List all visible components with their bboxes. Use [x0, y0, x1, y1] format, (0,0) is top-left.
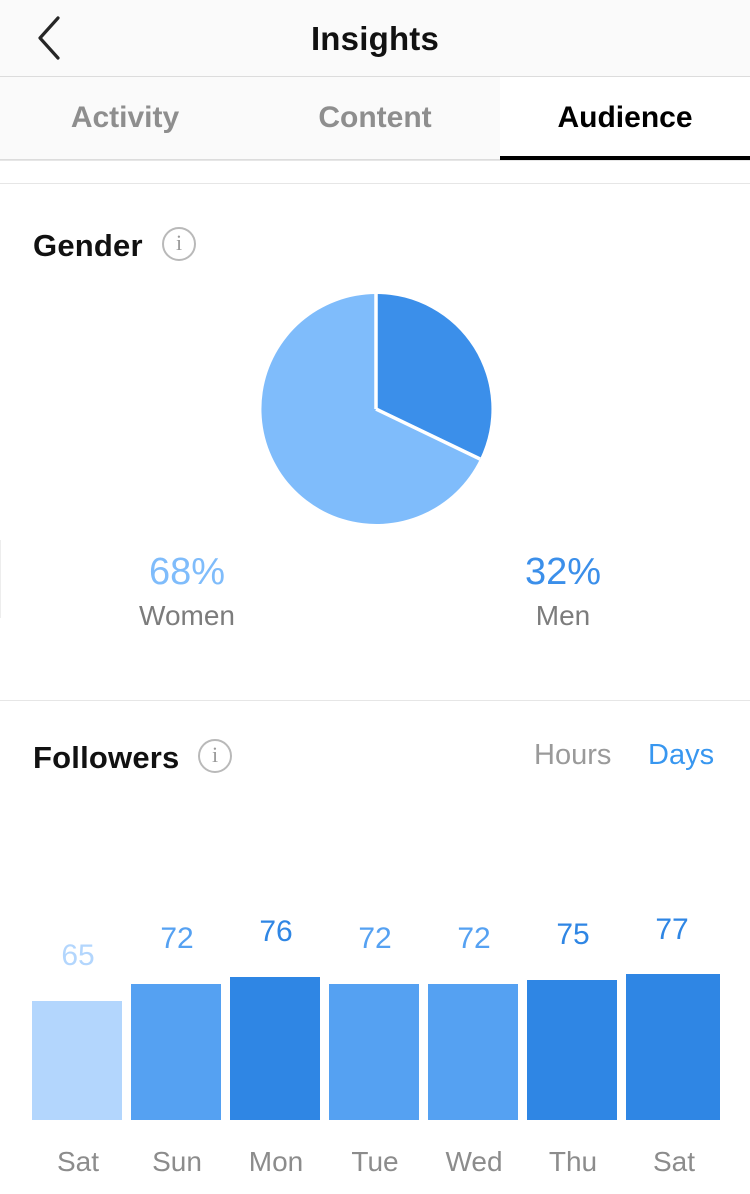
page-title: Insights [310, 19, 440, 57]
followers-bar-chart: 65 Sat 72 Sun 76 Mon 72 Tue 72 Wed 75 Th… [0, 900, 750, 1194]
gender-card-edge [0, 540, 1, 618]
bar-1[interactable] [131, 984, 221, 1120]
bar-0[interactable] [32, 1001, 122, 1120]
legend-women: 68% Women [62, 551, 312, 634]
legend-men: 32% Men [438, 551, 688, 634]
insights-screen: Insights Activity Content Audience Gende… [0, 0, 750, 1194]
bar-3[interactable] [329, 984, 419, 1120]
range-toggle-hours[interactable]: Hours [534, 739, 611, 772]
legend-men-label: Men [535, 600, 591, 631]
range-toggle-days[interactable]: Days [648, 739, 714, 772]
legend-women-percent: 68% [148, 551, 226, 593]
followers-section-title: Followers [33, 740, 180, 775]
navigation-bar: Insights [0, 0, 750, 77]
divider-followers-top [0, 700, 750, 701]
bar-4[interactable] [428, 984, 518, 1120]
legend-men-percent: 32% [524, 551, 602, 593]
gender-section-title: Gender [33, 228, 143, 263]
gender-pie-chart [258, 291, 494, 527]
bar-2[interactable] [230, 977, 320, 1120]
tab-audience[interactable]: Audience [500, 77, 750, 160]
tab-content[interactable]: Content [250, 77, 500, 159]
divider-top [0, 160, 750, 161]
gender-info-icon[interactable]: i [162, 227, 196, 261]
legend-women-label: Women [139, 600, 235, 631]
divider-gender-top [0, 183, 750, 184]
tab-activity[interactable]: Activity [0, 77, 250, 159]
tab-bar: Activity Content Audience [0, 77, 750, 160]
bar-label-6: Sat [652, 1146, 696, 1177]
followers-info-icon[interactable]: i [198, 739, 232, 773]
bar-6[interactable] [626, 974, 720, 1120]
bar-5[interactable] [527, 980, 617, 1120]
bar-value-6: 77 [655, 913, 689, 946]
